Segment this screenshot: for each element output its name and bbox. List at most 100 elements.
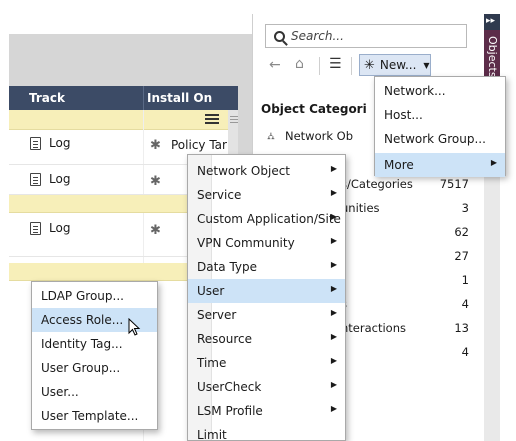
menu-item-label: Service <box>197 188 242 202</box>
toolbar-separator <box>319 57 320 75</box>
log-icon <box>30 221 41 235</box>
menu-item-label: Network... <box>384 84 446 98</box>
menu-item-network-group[interactable]: Network Group... <box>375 127 505 151</box>
any-icon: ✱ <box>150 138 161 153</box>
menu-item-resource[interactable]: Resource ▶ <box>188 327 345 351</box>
category-label: s/Categories <box>341 177 413 191</box>
menu-item-host[interactable]: Host... <box>375 103 505 127</box>
policy-table-header: Track Install On <box>9 86 238 110</box>
policy-pane-top-strip <box>9 14 252 34</box>
search-icon <box>274 30 285 42</box>
mouse-cursor-icon <box>128 318 141 336</box>
menu-item-label: Server <box>197 308 237 322</box>
menu-item-usercheck[interactable]: UserCheck ▶ <box>188 375 345 399</box>
category-label: nteractions <box>341 321 406 335</box>
menu-item-label: VPN Community <box>197 236 295 250</box>
menu-item-label: Access Role... <box>41 313 124 327</box>
menu-item-label: Network Object <box>197 164 290 178</box>
menu-item-data-type[interactable]: Data Type ▶ <box>188 255 345 279</box>
application-window: Track Install On Log ✱ Policy Tar Log ✱ … <box>0 0 516 441</box>
chevron-right-icon: ▶ <box>330 260 337 269</box>
side-tab-label: Objects <box>486 36 499 78</box>
menu-item-label: Identity Tag... <box>41 337 123 351</box>
menu-item-user-group[interactable]: User Group... <box>32 356 157 380</box>
menu-item-label: Network Group... <box>384 132 486 146</box>
menu-item-service[interactable]: Service ▶ <box>188 183 345 207</box>
table-row-track-cell[interactable]: Log <box>30 172 70 186</box>
menu-item-vpn-community[interactable]: VPN Community ▶ <box>188 231 345 255</box>
menu-item-ldap-group[interactable]: LDAP Group... <box>32 284 157 308</box>
new-star-icon: ✳ <box>364 57 375 73</box>
chevron-right-icon: ▶ <box>330 284 337 293</box>
menu-item-label: UserCheck <box>197 380 262 394</box>
menu-item-custom-application[interactable]: Custom Application/Site ▶ <box>188 207 345 231</box>
any-icon: ✱ <box>150 223 161 238</box>
menu-item-label: Time <box>197 356 227 370</box>
menu-item-server[interactable]: Server ▶ <box>188 303 345 327</box>
log-icon <box>30 136 41 150</box>
menu-item-label: User... <box>41 385 79 399</box>
table-row-track-cell[interactable]: Log <box>30 136 70 150</box>
menu-item-lsm-profile[interactable]: LSM Profile ▶ <box>188 399 345 423</box>
menu-item-time[interactable]: Time ▶ <box>188 351 345 375</box>
column-header-track[interactable]: Track <box>29 91 65 105</box>
network-tree-icon: ⛼ <box>267 131 275 142</box>
objects-side-tab[interactable]: Objects <box>484 30 500 78</box>
category-count: 27 <box>454 249 469 263</box>
category-count: 3 <box>461 201 469 215</box>
section-row[interactable] <box>9 110 238 130</box>
column-header-install-on[interactable]: Install On <box>147 91 212 105</box>
back-arrow-icon[interactable]: ← <box>269 57 281 73</box>
new-object-button[interactable]: ✳ New... ▼ <box>359 54 431 76</box>
menu-item-label: User Template... <box>41 409 139 423</box>
menu-item-more[interactable]: More ▶ <box>375 153 505 177</box>
new-object-menu: Network... Host... Network Group... More… <box>374 76 506 177</box>
more-submenu: Network Object ▶ Service ▶ Custom Applic… <box>187 154 346 441</box>
menu-item-user-template[interactable]: User Template... <box>32 404 157 428</box>
menu-item-user[interactable]: User ▶ <box>188 279 345 303</box>
menu-item-label: User <box>197 284 225 298</box>
section-menu-icon[interactable] <box>205 114 219 124</box>
home-icon[interactable]: ⌂ <box>295 56 304 72</box>
menu-item-network[interactable]: Network... <box>375 79 505 103</box>
log-icon <box>30 172 41 186</box>
category-count: 4 <box>461 297 469 311</box>
chevron-right-icon: ▶ <box>330 380 337 389</box>
menu-item-label: Host... <box>384 108 423 122</box>
menu-item-label: More <box>384 158 414 172</box>
track-value: Log <box>49 136 71 150</box>
menu-item-label: LDAP Group... <box>41 289 124 303</box>
search-input[interactable]: Search... <box>265 24 467 48</box>
chevron-right-icon: ▶ <box>330 164 337 173</box>
chevron-right-icon: ▶ <box>330 188 337 197</box>
category-label: Network Ob <box>285 129 354 143</box>
category-count: 13 <box>454 321 469 335</box>
category-count: 7517 <box>439 177 469 191</box>
menu-item-label: Data Type <box>197 260 258 274</box>
category-label: unities <box>341 201 380 215</box>
chevron-right-icon: ▶ <box>330 236 337 245</box>
user-submenu: LDAP Group... Access Role... Identity Ta… <box>31 281 158 430</box>
any-icon: ✱ <box>150 174 161 189</box>
track-value: Log <box>49 221 71 235</box>
double-chevron-right-icon: ▸▸ <box>486 16 496 26</box>
chevron-right-icon: ▶ <box>490 158 497 167</box>
menu-item-network-object[interactable]: Network Object ▶ <box>188 159 345 183</box>
chevron-right-icon: ▶ <box>330 356 337 365</box>
menu-item-limit[interactable]: Limit <box>188 423 345 441</box>
toolbar-separator <box>351 57 352 75</box>
chevron-right-icon: ▶ <box>330 404 337 413</box>
scrollbar-grip-icon <box>230 116 238 125</box>
install-on-value[interactable]: Policy Tar <box>171 138 227 152</box>
list-view-icon[interactable]: ☰ <box>329 56 342 72</box>
track-value: Log <box>49 172 71 186</box>
menu-item-label: Limit <box>197 428 227 441</box>
table-row-track-cell[interactable]: Log <box>30 221 70 235</box>
object-categories-title: Object Categori <box>261 102 367 116</box>
menu-item-label: Custom Application/Site <box>197 212 341 226</box>
new-button-label: New... <box>379 58 417 72</box>
column-separator <box>143 86 144 110</box>
search-placeholder: Search... <box>291 29 344 43</box>
chevron-right-icon: ▶ <box>330 308 337 317</box>
menu-item-user[interactable]: User... <box>32 380 157 404</box>
